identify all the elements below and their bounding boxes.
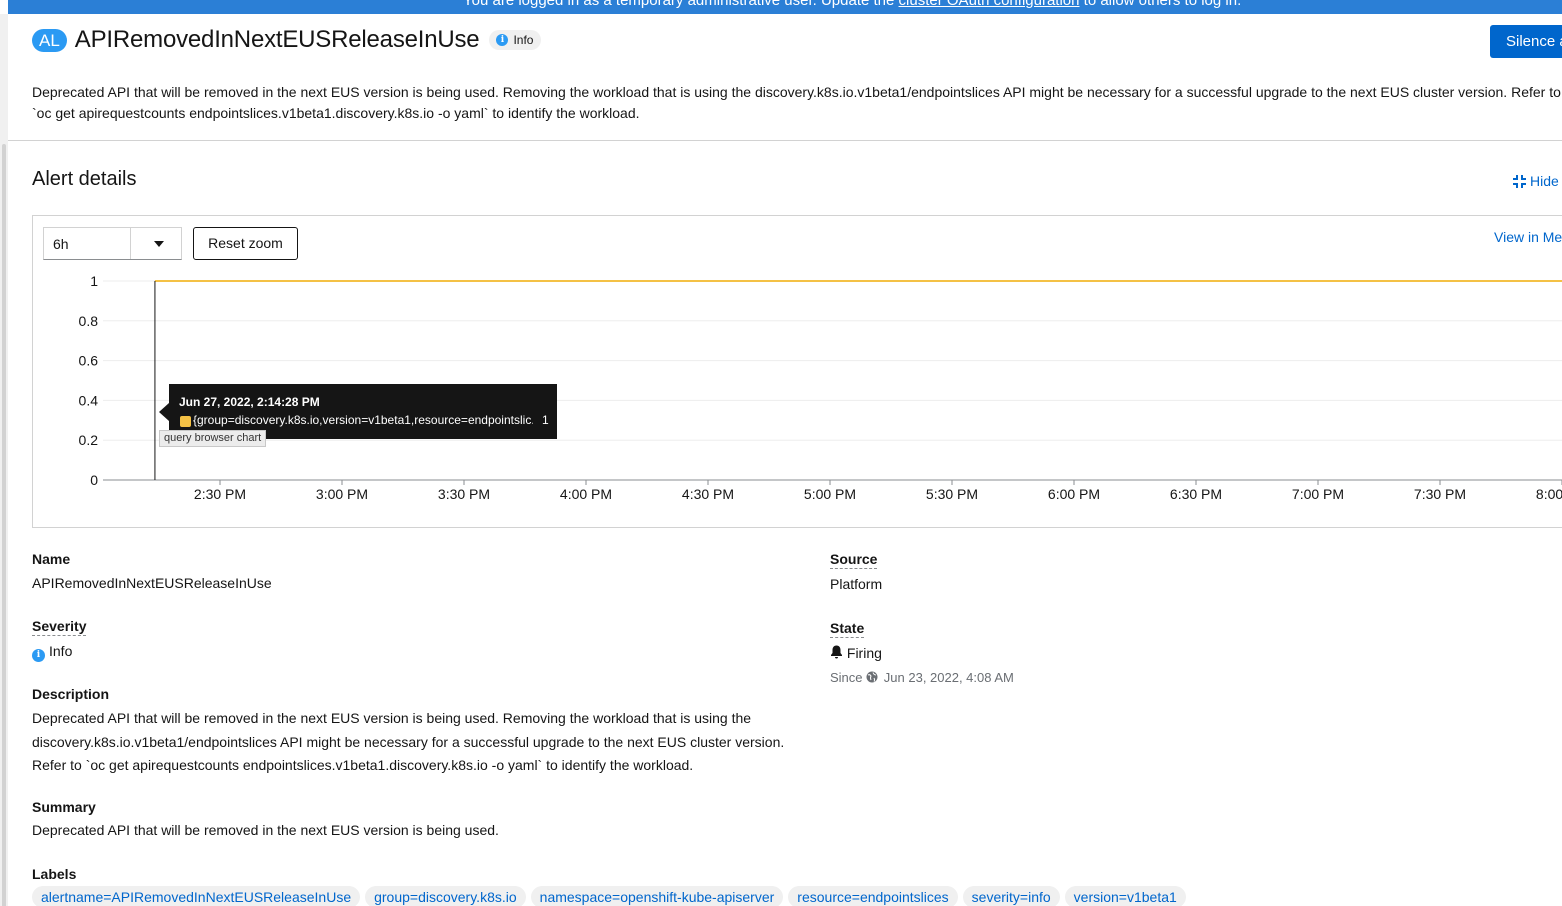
query-browser-card: 6h Reset zoom View in Metrics: [32, 215, 1562, 528]
severity-value: i Info: [32, 643, 72, 662]
tooltip-arrow: [159, 403, 169, 421]
labels-list: alertname=APIRemovedInNextEUSReleaseInUs…: [32, 886, 1186, 906]
alert-resource-badge: AL: [32, 28, 67, 52]
label-chip[interactable]: resource=endpointslices: [788, 886, 958, 906]
reset-zoom-button[interactable]: Reset zoom: [193, 227, 298, 260]
time-range-select[interactable]: 6h: [43, 227, 182, 260]
cluster-admin-banner: You are logged in as a temporary adminis…: [8, 0, 1562, 14]
bell-icon: [831, 645, 842, 659]
tooltip-date: Jun 27, 2022, 2:14:28 PM: [179, 395, 320, 409]
label-chip[interactable]: version=v1beta1: [1064, 886, 1186, 906]
page-header: AL APIRemovedInNextEUSReleaseInUse i Inf…: [32, 22, 542, 58]
source-label: Source: [830, 551, 878, 569]
caret-down-icon[interactable]: [154, 241, 164, 247]
labels-label: Labels: [32, 866, 77, 882]
info-icon: i: [496, 34, 509, 46]
tooltip-series-swatch: [180, 416, 191, 427]
banner-text-before: You are logged in as a temporary adminis…: [463, 0, 899, 9]
label-chip[interactable]: alertname=APIRemovedInNextEUSReleaseInUs…: [32, 886, 361, 906]
tooltip-series-value: 1: [542, 413, 549, 427]
state-since: Since Jun 23, 2022, 4:08 AM: [830, 670, 1014, 685]
divider: [8, 140, 1562, 141]
view-in-metrics-link[interactable]: View in Metrics: [1494, 229, 1562, 245]
left-scrollbar[interactable]: [0, 14, 8, 906]
banner-text-after: to allow others to log in.: [1079, 0, 1242, 9]
name-label: Name: [32, 551, 71, 567]
since-label: Since: [830, 670, 863, 685]
description-value: Deprecated API that will be removed in t…: [32, 710, 785, 773]
hide-graph-button[interactable]: Hide graph: [1513, 173, 1562, 189]
compress-icon: [1513, 174, 1526, 188]
label-chip[interactable]: group=discovery.k8s.io: [365, 886, 526, 906]
severity-badge-label: Info: [513, 33, 534, 47]
state-label: State: [830, 620, 865, 638]
oauth-configuration-link[interactable]: cluster OAuth configuration: [899, 0, 1080, 9]
alert-details-title: Alert details: [32, 168, 137, 190]
select-separator: [130, 228, 131, 259]
banner-text: You are logged in as a temporary adminis…: [463, 0, 1241, 9]
time-range-value: 6h: [53, 236, 69, 252]
label-chip[interactable]: namespace=openshift-kube-apiserver: [530, 886, 784, 906]
silence-alert-button[interactable]: Silence alert: [1490, 25, 1562, 58]
tooltip-series-label: {group=discovery.k8s.io,version=v1beta1,…: [193, 413, 533, 427]
globe-icon: [866, 671, 878, 683]
state-value: Firing: [830, 645, 882, 661]
summary-label: Summary: [32, 799, 96, 815]
description-label: Description: [32, 686, 110, 702]
scrollbar-thumb[interactable]: [2, 144, 6, 906]
info-icon: i: [32, 649, 45, 662]
page-title: APIRemovedInNextEUSReleaseInUse: [74, 26, 480, 53]
severity-value-text: Info: [49, 643, 73, 659]
severity-badge: i Info: [489, 30, 542, 50]
label-chip[interactable]: severity=info: [962, 886, 1060, 906]
since-value: Jun 23, 2022, 4:08 AM: [883, 670, 1014, 685]
summary-value: Deprecated API that will be removed in t…: [32, 822, 499, 838]
state-value-text: Firing: [846, 645, 882, 661]
severity-label: Severity: [32, 618, 87, 636]
alert-description-header: Deprecated API that will be removed in t…: [32, 84, 1561, 121]
chart-title-tooltip: query browser chart: [159, 430, 267, 447]
hide-graph-label: Hide graph: [1530, 173, 1562, 189]
name-value: APIRemovedInNextEUSReleaseInUse: [32, 575, 272, 591]
source-value: Platform: [830, 576, 883, 592]
